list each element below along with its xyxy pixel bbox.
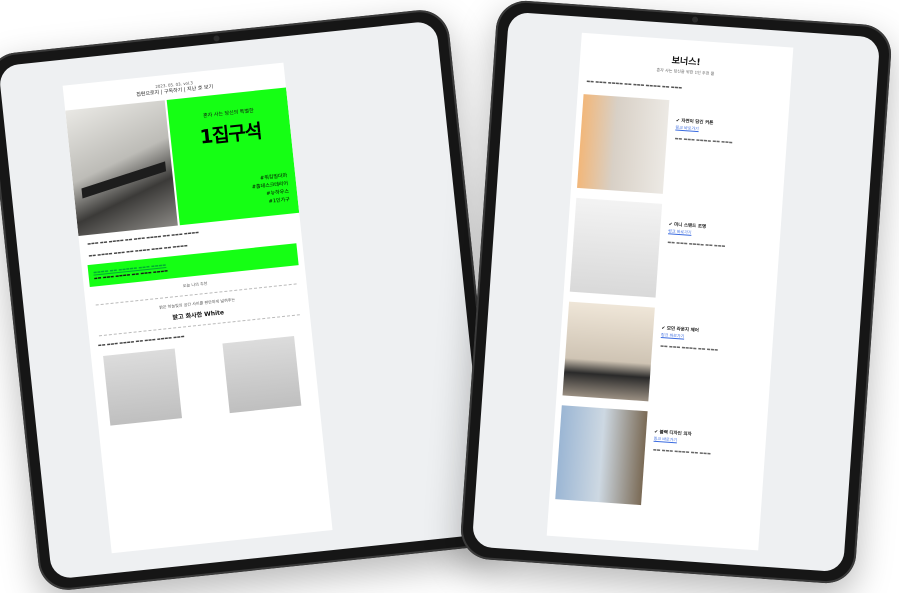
right-tablet: 보너스! 혼자 사는 당신을 위한 1인 추천 품 ▬▬ ▬▬▬ ▬▬▬▬ ▬▬…: [458, 0, 894, 586]
lamp-image: [569, 197, 663, 298]
room-photo: [65, 100, 178, 236]
left-tablet: 2023. 05. 03. vol.3 집편으로지 | 구독하기 | 지난 호 …: [0, 7, 503, 593]
chair-image: [562, 301, 655, 402]
green-panel: 혼자 사는 당신의 특별한 1집구석 #워킹밀더마 #홈데스크테리어 #뉴하우스…: [166, 87, 300, 226]
bonus-intro-placeholder: ▬▬ ▬▬▬ ▬▬▬▬ ▬▬ ▬▬▬ ▬▬▬▬ ▬▬ ▬▬▬: [586, 78, 683, 90]
product-text: ✔ 모던 라운지 체어 링크 바로가기 ▬▬ ▬▬▬ ▬▬▬▬ ▬▬ ▬▬▬: [660, 326, 765, 356]
product-text: ✔ 미니 스탠드 조명 링크 바로가기 ▬▬ ▬▬▬ ▬▬▬▬ ▬▬ ▬▬▬: [667, 222, 772, 252]
product-text: ✔ 자연이 담긴 커튼 링크 바로가기 ▬▬ ▬▬▬ ▬▬▬▬ ▬▬ ▬▬▬: [674, 119, 779, 149]
black-chair-image: [555, 405, 648, 506]
camera: [691, 16, 699, 23]
thumb-image: [103, 348, 183, 426]
curtain-image: [577, 94, 670, 194]
newsletter-page: 2023. 05. 03. vol.3 집편으로지 | 구독하기 | 지난 호 …: [62, 62, 333, 554]
right-screen: 보너스! 혼자 사는 당신을 위한 1인 추천 품 ▬▬ ▬▬▬ ▬▬▬▬ ▬▬…: [471, 11, 881, 573]
product-desc-placeholder: ▬▬ ▬▬▬ ▬▬▬▬ ▬▬ ▬▬▬: [674, 135, 733, 145]
product-item: ✔ 자연이 담긴 커튼 링크 바로가기 ▬▬ ▬▬▬ ▬▬▬▬ ▬▬ ▬▬▬: [571, 94, 789, 203]
thumb-image: [222, 335, 302, 414]
product-item: ✔ 블랙 디자인 의자 링크 바로가기 ▬▬ ▬▬▬ ▬▬▬▬ ▬▬ ▬▬▬: [549, 405, 767, 514]
bonus-page: 보너스! 혼자 사는 당신을 위한 1인 추천 품 ▬▬ ▬▬▬ ▬▬▬▬ ▬▬…: [546, 32, 794, 551]
product-text: ✔ 블랙 디자인 의자 링크 바로가기 ▬▬ ▬▬▬ ▬▬▬▬ ▬▬ ▬▬▬: [653, 430, 758, 460]
hero-banner: 혼자 사는 당신의 특별한 1집구석 #워킹밀더마 #홈데스크테리어 #뉴하우스…: [65, 87, 300, 236]
product-item: ✔ 미니 스탠드 조명 링크 바로가기 ▬▬ ▬▬▬ ▬▬▬▬ ▬▬ ▬▬▬: [564, 197, 782, 306]
camera: [213, 35, 220, 42]
product-desc-placeholder: ▬▬ ▬▬▬ ▬▬▬▬ ▬▬ ▬▬▬: [652, 446, 712, 456]
thumb-row: [91, 334, 319, 427]
product-desc-placeholder: ▬▬ ▬▬▬ ▬▬▬▬ ▬▬ ▬▬▬: [667, 239, 726, 249]
product-item: ✔ 모던 라운지 체어 링크 바로가기 ▬▬ ▬▬▬ ▬▬▬▬ ▬▬ ▬▬▬: [557, 301, 775, 410]
left-screen: 2023. 05. 03. vol.3 집편으로지 | 구독하기 | 지난 호 …: [0, 20, 490, 580]
hero-tags: #워킹밀더마 #홈데스크테리어 #뉴하우스 #1인가구: [251, 172, 291, 208]
desk-shape: [81, 161, 167, 199]
product-desc-placeholder: ▬▬ ▬▬▬ ▬▬▬▬ ▬▬ ▬▬▬: [660, 343, 719, 353]
